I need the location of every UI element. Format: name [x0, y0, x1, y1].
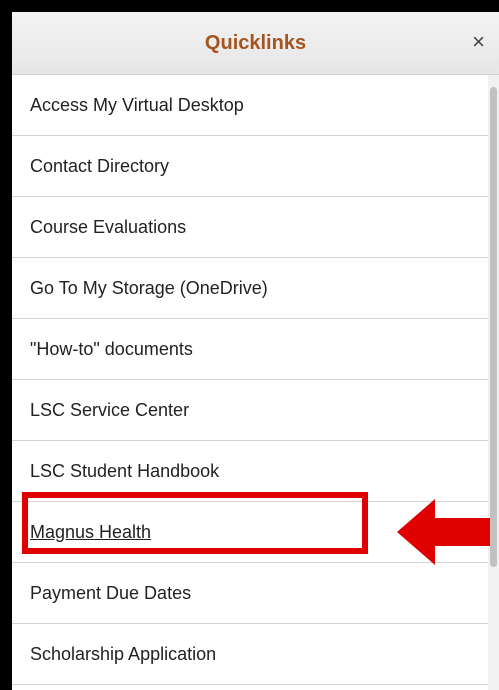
list-item-label: Access My Virtual Desktop	[30, 95, 244, 115]
arrow-shape	[397, 499, 490, 565]
list-item-label: Contact Directory	[30, 156, 170, 176]
vertical-scrollbar[interactable]	[488, 75, 499, 690]
list-item-contact-directory[interactable]: Contact Directory	[12, 136, 488, 197]
list-item-label: Scholarship Application	[30, 644, 217, 664]
list-item-label: Go To My Storage (OneDrive)	[30, 278, 268, 298]
list-item-access-virtual-desktop[interactable]: Access My Virtual Desktop	[12, 75, 488, 136]
annotation-arrow-icon	[397, 499, 490, 565]
list-item-how-to-documents[interactable]: "How-to" documents	[12, 319, 488, 380]
quicklinks-panel: Quicklinks × Access My Virtual Desktop C…	[12, 12, 499, 690]
list-item-scholarship-application[interactable]: Scholarship Application	[12, 624, 488, 685]
list-item-label: LSC Service Center	[30, 400, 190, 420]
list-item-label: "How-to" documents	[30, 339, 193, 359]
list-item-my-storage[interactable]: Go To My Storage (OneDrive)	[12, 258, 488, 319]
panel-title: Quicklinks	[204, 32, 307, 54]
annotation-highlight-box	[22, 492, 368, 554]
quicklinks-list: Access My Virtual Desktop Contact Direct…	[12, 75, 488, 685]
list-item-course-evaluations[interactable]: Course Evaluations	[12, 197, 488, 258]
close-icon[interactable]: ×	[472, 12, 485, 74]
list-item-label: Course Evaluations	[30, 217, 187, 237]
list-item-label: Payment Due Dates	[30, 583, 192, 603]
list-item-label: LSC Student Handbook	[30, 461, 220, 481]
list-item-payment-due-dates[interactable]: Payment Due Dates	[12, 563, 488, 624]
scrollbar-thumb[interactable]	[490, 87, 497, 567]
panel-header: Quicklinks ×	[12, 12, 499, 75]
list-item-service-center[interactable]: LSC Service Center	[12, 380, 488, 441]
